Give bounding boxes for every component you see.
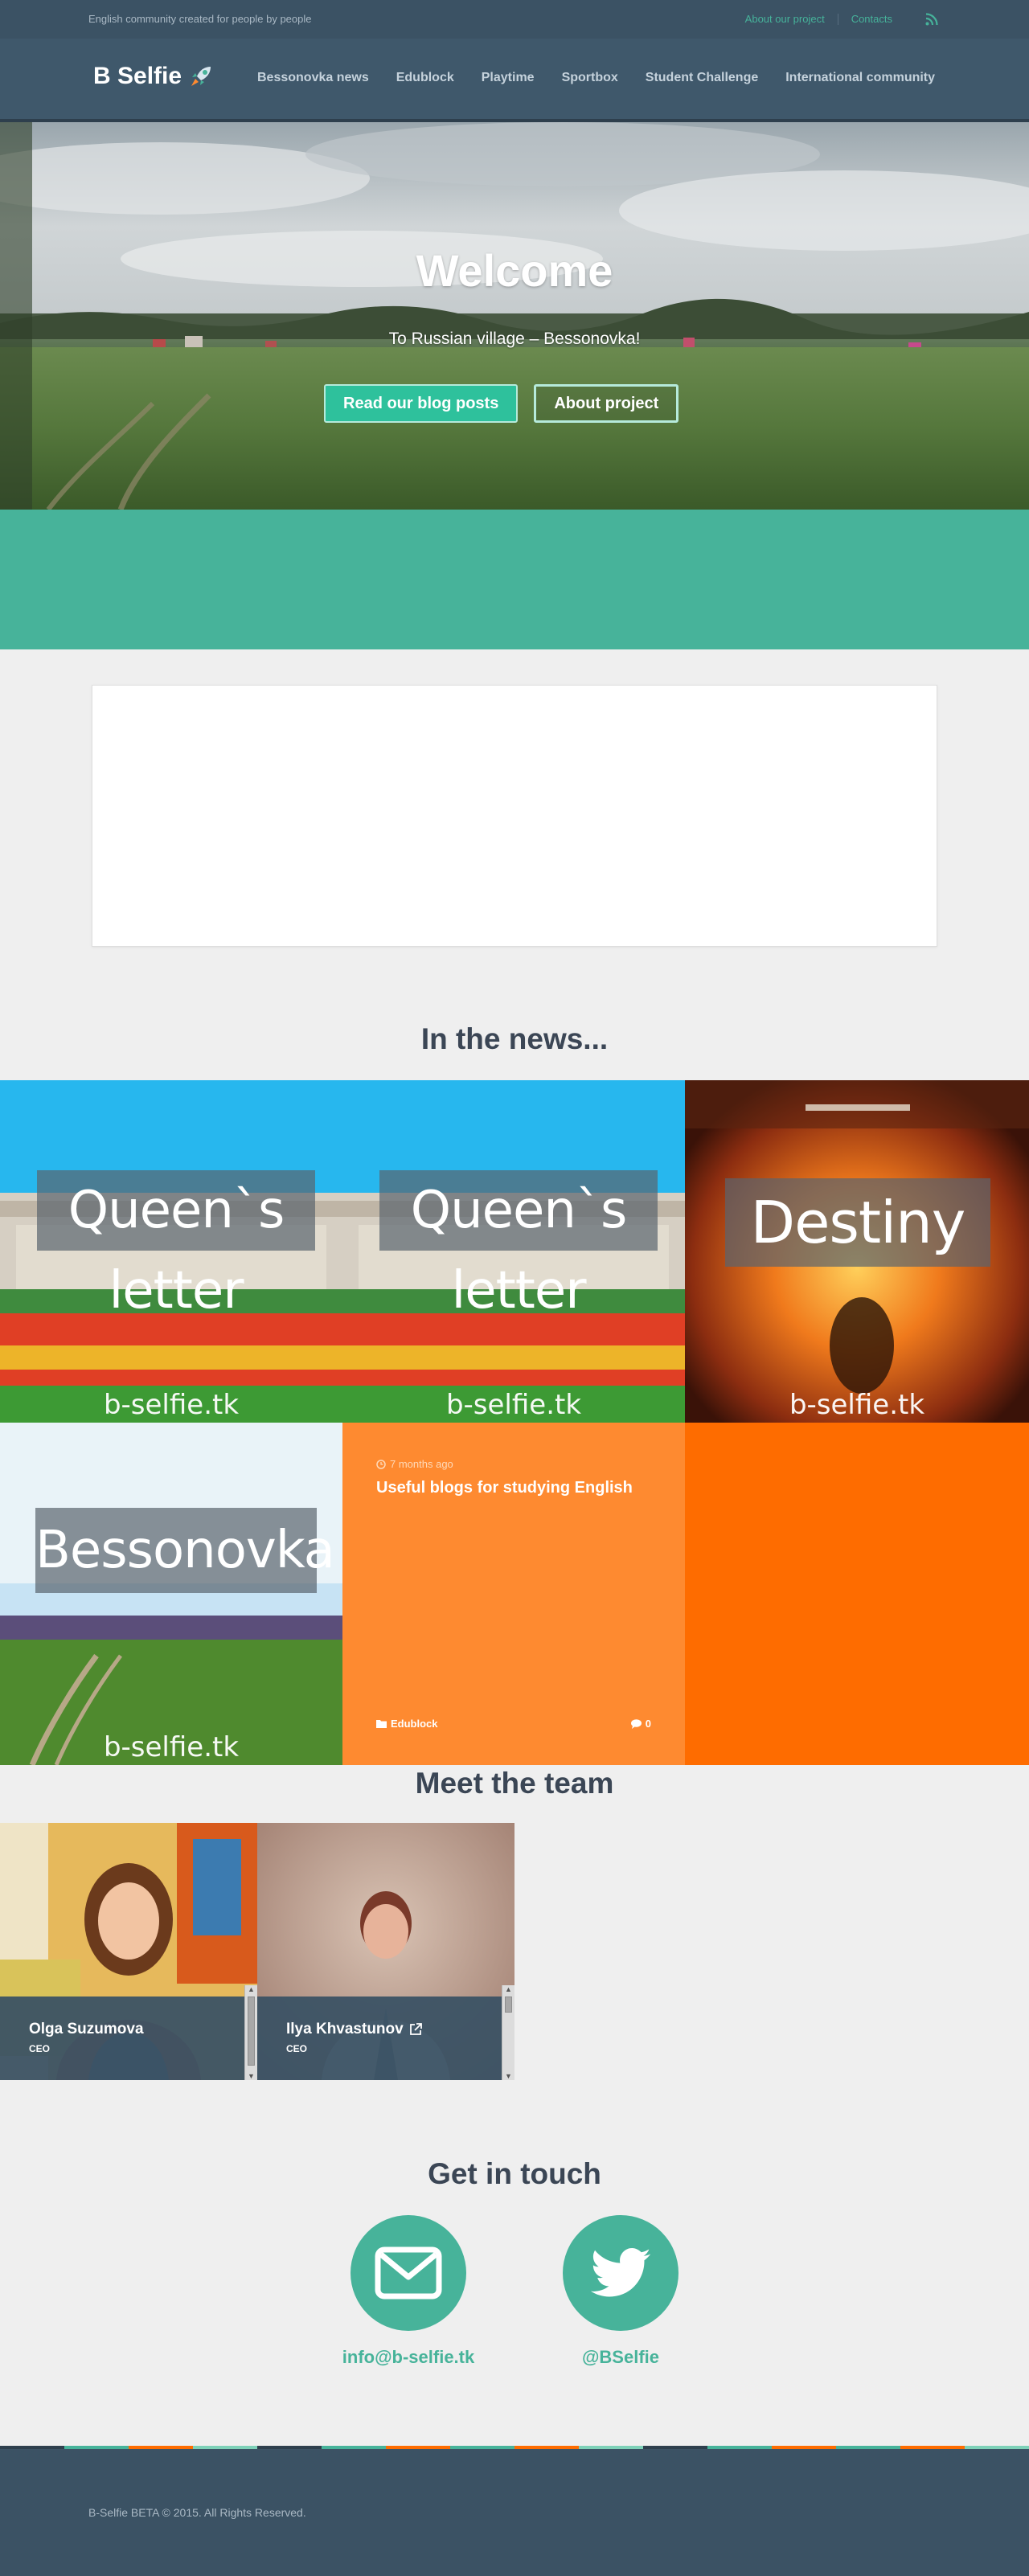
about-project-button[interactable]: About project [534, 384, 679, 423]
post-title[interactable]: Useful blogs for studying English [376, 1479, 633, 1497]
tile-watermark: b-selfie.tk [103, 1731, 240, 1763]
tile-caption: Queen`s letter [37, 1170, 315, 1321]
envelope-icon [375, 2246, 442, 2300]
teal-band [0, 510, 1029, 649]
post-category-label: Edublock [391, 1718, 438, 1730]
member-name: Olga Suzumova [29, 2021, 144, 2037]
hero-landscape-image [0, 122, 1029, 510]
top-bar: English community created for people by … [0, 0, 1029, 39]
tile-caption: Destiny [725, 1178, 990, 1267]
rocket-icon [191, 67, 211, 86]
tile-watermark: b-selfie.tk [103, 1389, 240, 1421]
scrollbar[interactable]: ▲ ▼ [244, 1985, 257, 2080]
site-footer: B-Selfie BETA © 2015. All Rights Reserve… [0, 2446, 1029, 2576]
tile-caption: Queen`s letter [379, 1170, 658, 1321]
post-time: 7 months ago [390, 1458, 453, 1470]
comment-icon [630, 1718, 642, 1729]
main-menu: Bessonovka news Edublock Playtime Sportb… [257, 71, 962, 85]
team-member-card: Ilya Khvastunov CEO ▲ ▼ [257, 1823, 514, 2080]
scrollbar[interactable]: ▲ ▼ [502, 1985, 514, 2080]
nav-international-community[interactable]: International community [785, 71, 935, 85]
post-card[interactable]: 7 months ago Useful blogs for studying E… [342, 1423, 685, 1765]
scroll-down-icon[interactable]: ▼ [505, 2072, 512, 2080]
hero-buttons: Read our blog posts About project [324, 384, 679, 423]
orange-filler [685, 1423, 1029, 1765]
brand-name: B Selfie [93, 63, 182, 89]
member-info: Olga Suzumova CEO [0, 1997, 257, 2080]
twitter-link[interactable]: @BSelfie [516, 2347, 725, 2368]
footer-copyright: B-Selfie BETA © 2015. All Rights Reserve… [88, 2506, 306, 2519]
email-button[interactable] [351, 2215, 466, 2331]
footer-stripe [0, 2446, 1029, 2449]
news-tile[interactable]: Bessonovka b-selfie.tk [0, 1423, 342, 1765]
scroll-up-icon[interactable]: ▲ [505, 1985, 512, 1993]
nav-sportbox[interactable]: Sportbox [562, 71, 618, 85]
member-name-text: Ilya Khvastunov [286, 2021, 404, 2037]
news-tile[interactable]: Destiny b-selfie.tk [685, 1080, 1029, 1423]
hero-banner: Welcome To Russian village – Bessonovka!… [0, 122, 1029, 510]
external-link-icon[interactable] [408, 2022, 423, 2037]
post-category[interactable]: Edublock [376, 1718, 438, 1730]
scroll-up-icon[interactable]: ▲ [248, 1985, 255, 1993]
scroll-down-icon[interactable]: ▼ [248, 2072, 255, 2080]
member-role: CEO [29, 2043, 51, 2054]
site-tagline: English community created for people by … [88, 13, 312, 25]
nav-bessonovka-news[interactable]: Bessonovka news [257, 71, 369, 85]
scroll-thumb[interactable] [248, 1997, 255, 2066]
email-link[interactable]: info@b-selfie.tk [304, 2347, 513, 2368]
about-project-link[interactable]: About our project [745, 13, 825, 25]
village-image [0, 1423, 342, 1765]
top-links: About our project Contacts [745, 13, 892, 25]
main-navbar: B Selfie Bessonovka news Edublock Playti… [0, 39, 1029, 122]
news-tile[interactable]: Queen`s letter b-selfie.tk [0, 1080, 342, 1423]
news-section-title: In the news... [420, 1022, 609, 1055]
post-meta: 7 months ago [376, 1458, 453, 1470]
post-comments[interactable]: 0 [630, 1718, 651, 1730]
hero-title: Welcome [416, 245, 613, 296]
team-member-card: Olga Suzumova CEO ▲ ▼ [0, 1823, 257, 2080]
tile-caption: Bessonovka [35, 1508, 335, 1593]
tile-watermark: b-selfie.tk [445, 1389, 582, 1421]
contacts-link[interactable]: Contacts [851, 13, 892, 25]
news-tile[interactable]: Queen`s letter b-selfie.tk [342, 1080, 685, 1423]
nav-student-challenge[interactable]: Student Challenge [646, 71, 758, 85]
twitter-icon [590, 2248, 651, 2297]
site-logo[interactable]: B Selfie [93, 63, 214, 90]
rss-icon[interactable] [924, 12, 939, 27]
tile-watermark: b-selfie.tk [789, 1389, 925, 1421]
member-role: CEO [286, 2043, 308, 2054]
contact-section-title: Get in touch [428, 2157, 601, 2190]
twitter-button[interactable] [563, 2215, 678, 2331]
folder-icon [376, 1720, 387, 1728]
clock-icon [376, 1459, 386, 1469]
member-name: Ilya Khvastunov [286, 2021, 423, 2038]
read-blog-button[interactable]: Read our blog posts [324, 384, 519, 423]
nav-playtime[interactable]: Playtime [482, 71, 535, 85]
hero-subtitle: To Russian village – Bessonovka! [388, 330, 641, 348]
content-box [92, 685, 937, 947]
team-section-title: Meet the team [415, 1767, 614, 1800]
nav-edublock[interactable]: Edublock [396, 71, 454, 85]
member-info: Ilya Khvastunov CEO [257, 1997, 514, 2080]
scroll-thumb[interactable] [505, 1997, 512, 2013]
post-comment-count: 0 [645, 1718, 651, 1730]
